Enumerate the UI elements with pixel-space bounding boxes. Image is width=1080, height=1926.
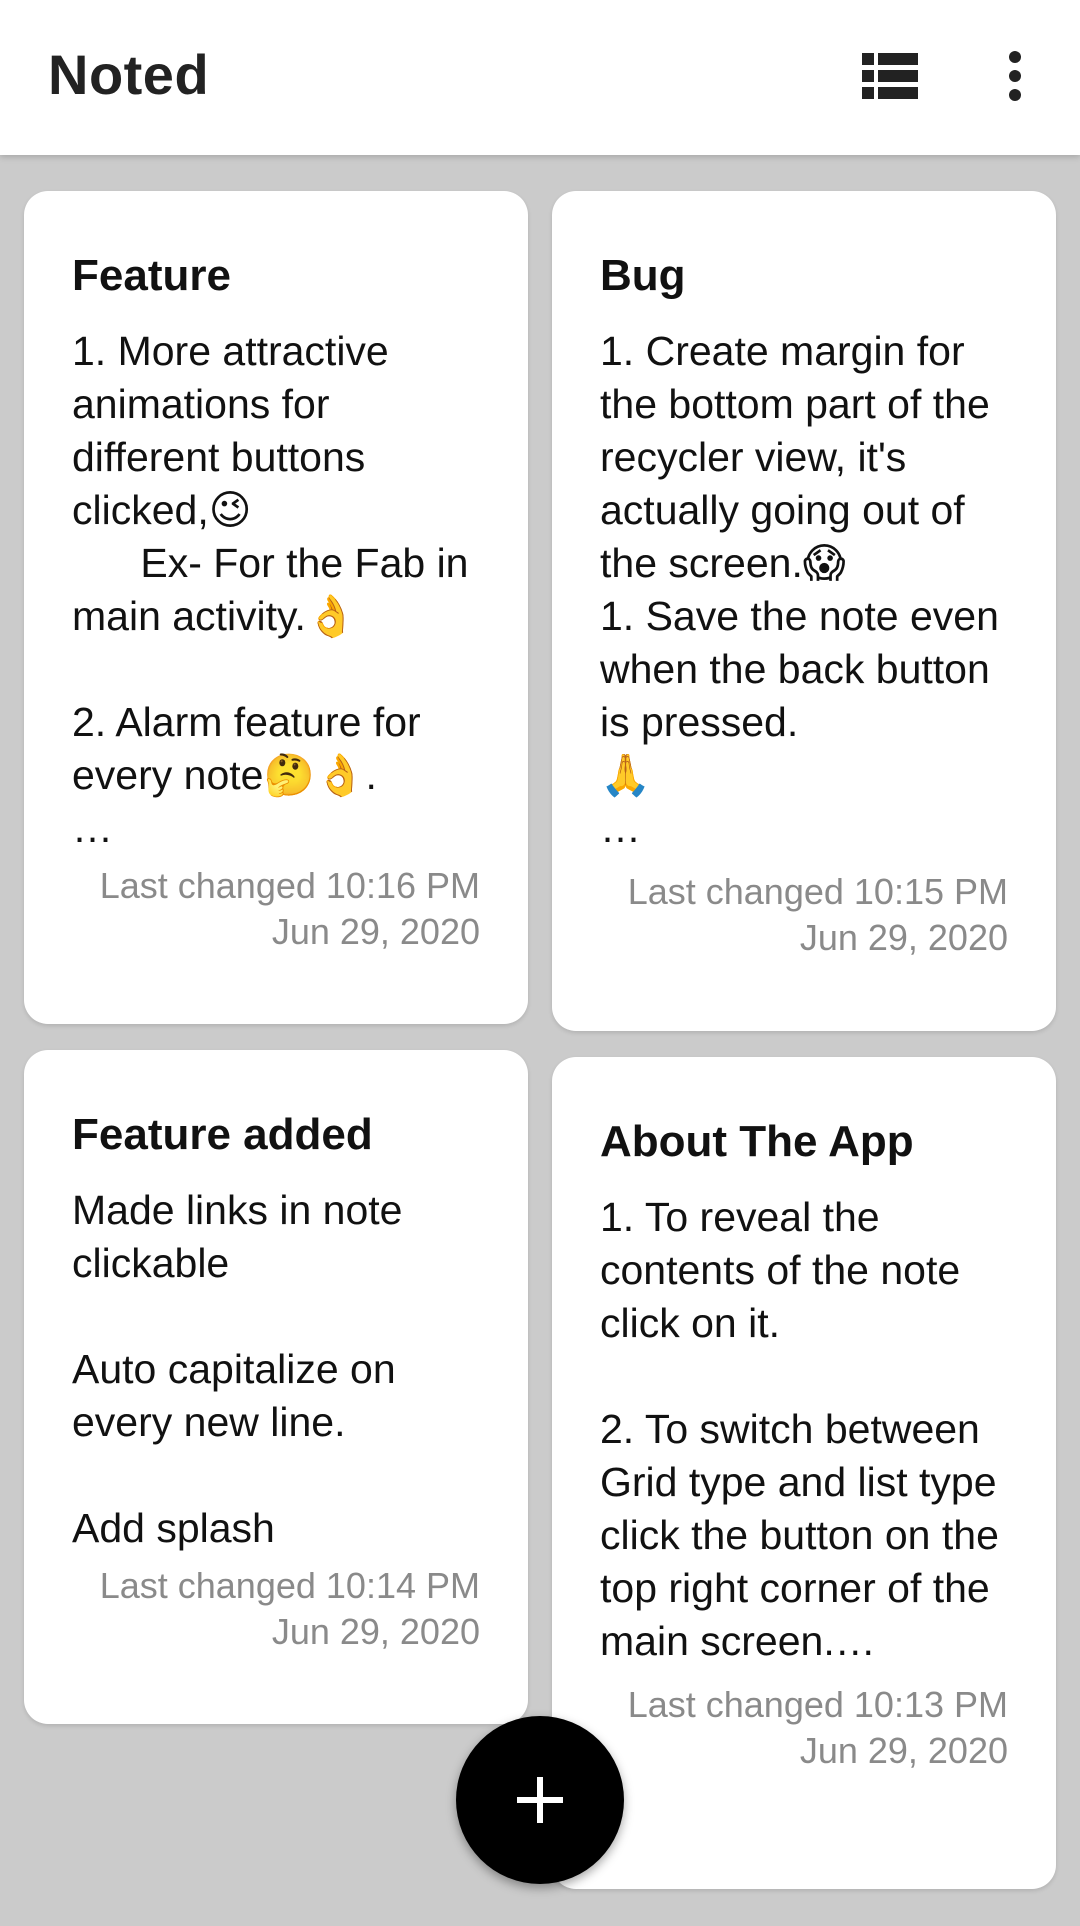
note-card[interactable]: About The App 1. To reveal the contents … [552,1057,1056,1889]
note-title: Feature [72,251,231,300]
note-body: 1. Create margin for the bottom part of … [600,328,999,851]
view-list-icon [862,53,918,99]
note-card[interactable]: Feature 1. More attractive animations fo… [24,191,528,1024]
note-body: 1. To reveal the contents of the note cl… [600,1194,999,1664]
note-last-changed: Last changed 10:14 PM Jun 29, 2020 [99,1565,480,1652]
note-body: Made links in note clickable Auto capita… [72,1187,403,1551]
note-title: About The App [600,1117,914,1166]
add-note-fab[interactable] [456,1716,624,1884]
app-title: Noted [48,43,210,106]
view-toggle-button[interactable] [850,40,930,112]
note-card[interactable]: Feature added Made links in note clickab… [24,1050,528,1724]
more-options-button[interactable] [975,40,1055,112]
add-icon [517,1777,563,1823]
note-title: Bug [600,251,686,300]
note-last-changed: Last changed 10:16 PM Jun 29, 2020 [99,865,480,952]
note-last-changed: Last changed 10:13 PM Jun 29, 2020 [627,1684,1008,1771]
note-card[interactable]: Bug 1. Create margin for the bottom part… [552,191,1056,1031]
app-bar: Noted [0,0,1080,155]
note-last-changed: Last changed 10:15 PM Jun 29, 2020 [627,871,1008,958]
note-body: 1. More attractive animations for differ… [72,328,469,851]
more-vert-icon [1009,51,1021,101]
note-title: Feature added [72,1110,373,1159]
